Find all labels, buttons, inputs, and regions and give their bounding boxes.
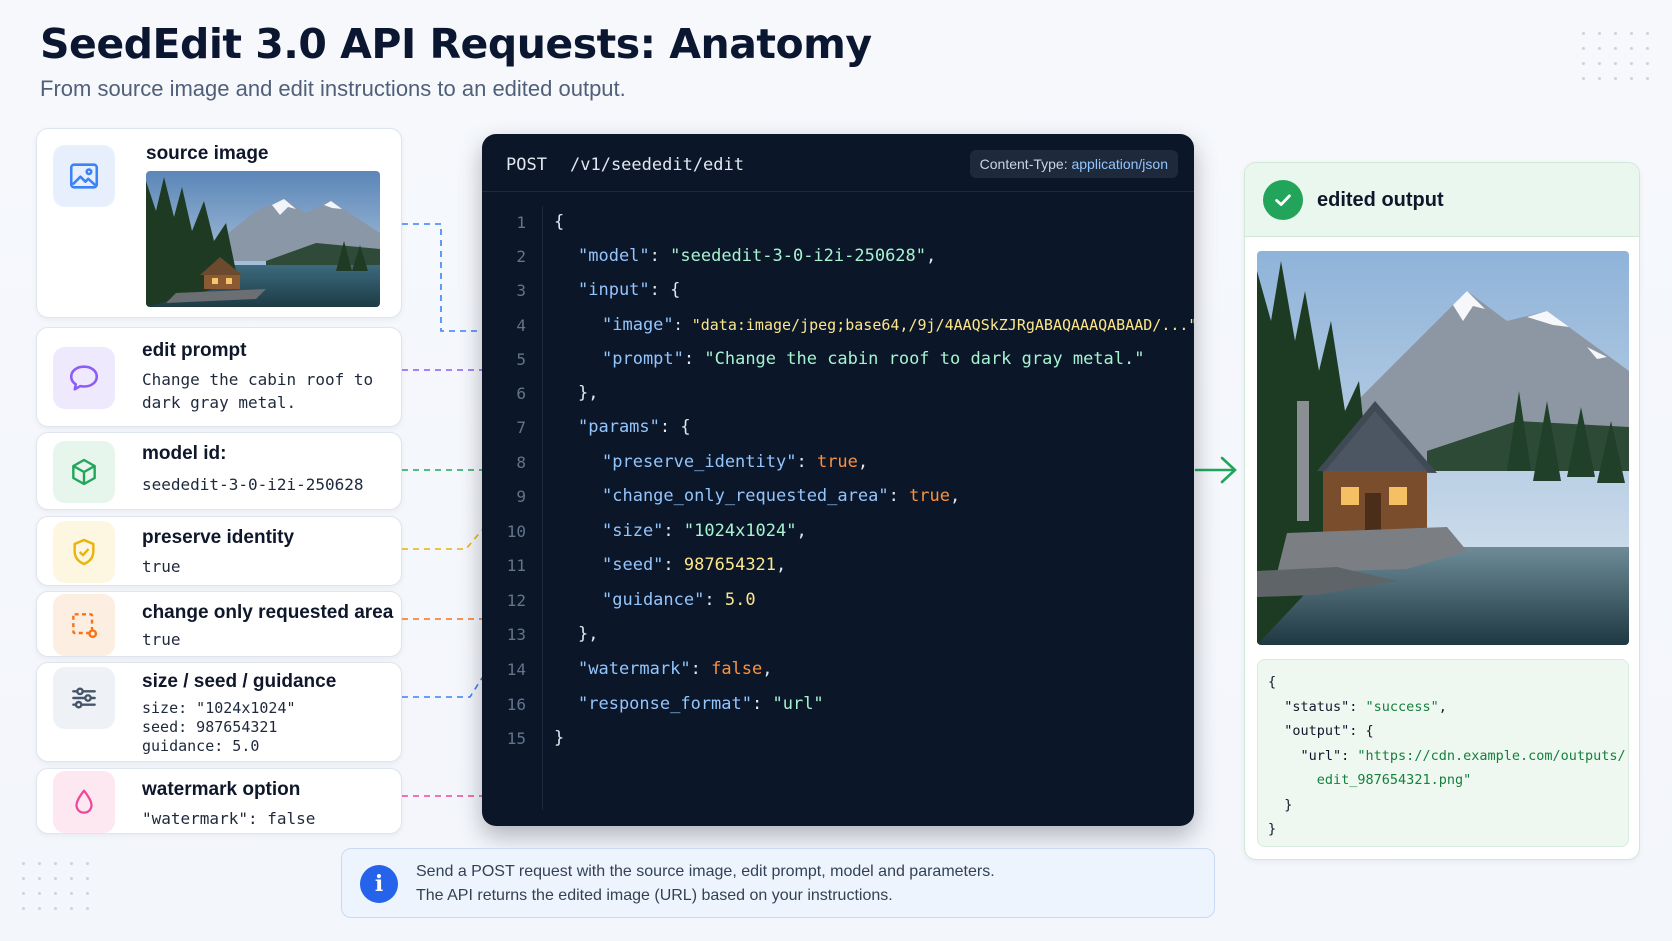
info-line-2: The API returns the edited image (URL) b… <box>416 887 893 904</box>
line-number: 8 <box>516 453 526 472</box>
info-icon: i <box>360 865 398 903</box>
card-label: source image <box>146 143 269 164</box>
card-value: Change the cabin roof to dark gray metal… <box>142 370 374 413</box>
card-value: seededit-3-0-i2i-250628 <box>142 475 364 494</box>
response-json: { "status": "success", "output": { "url"… <box>1257 659 1629 847</box>
code-line-11: "seed": 987654321, <box>602 555 787 575</box>
card-size-seed-guidance: size / seed / guidance size: "1024x1024"… <box>36 662 402 762</box>
line-number: 10 <box>506 522 526 541</box>
code-line-10: "size": "1024x1024", <box>602 521 807 541</box>
code-gutter-divider <box>542 206 543 810</box>
code-line-7: "params": { <box>578 417 691 437</box>
request-code-panel: POST /v1/seededit/edit Content-Type: app… <box>482 134 1194 826</box>
line-number: 12 <box>506 591 526 610</box>
content-type-badge: Content-Type: application/json <box>969 150 1178 178</box>
code-line-12: "guidance": 5.0 <box>602 590 756 610</box>
line-number: 5 <box>516 350 526 369</box>
crop-area-icon <box>53 594 115 656</box>
card-preserve-identity: preserve identity true <box>36 516 402 586</box>
arrow-right-icon <box>1194 456 1237 484</box>
shield-check-icon <box>53 521 115 583</box>
edited-output-panel: edited output { "status": "success", "ou… <box>1244 162 1640 860</box>
chat-bubble-icon <box>53 347 115 409</box>
card-value: true <box>142 630 181 649</box>
image-icon <box>53 145 115 207</box>
line-number: 13 <box>506 625 526 644</box>
response-url: "https://cdn.example.com/outputs/ edit_9… <box>1316 747 1626 789</box>
line-number: 9 <box>516 487 526 506</box>
card-label: size / seed / guidance <box>142 671 337 692</box>
card-value: true <box>142 557 181 576</box>
endpoint-path: /v1/seededit/edit <box>570 155 744 175</box>
code-line-5: "prompt": "Change the cabin roof to dark… <box>602 349 1145 369</box>
code-line-8: "preserve_identity": true, <box>602 452 869 472</box>
code-line-16: } <box>554 728 565 748</box>
code-line-9: "change_only_requested_area": true, <box>602 486 961 506</box>
card-label: preserve identity <box>142 527 295 548</box>
line-number: 14 <box>506 660 526 679</box>
code-line-1: { <box>554 212 565 232</box>
card-value: size: "1024x1024" seed: 987654321 guidan… <box>142 699 296 755</box>
info-line-1: Send a POST request with the source imag… <box>416 863 995 880</box>
code-line-13: }, <box>578 624 599 644</box>
line-number: 15 <box>506 729 526 748</box>
code-line-6: }, <box>578 383 599 403</box>
http-method: POST <box>506 155 547 175</box>
card-label: model id: <box>142 443 227 464</box>
code-line-15: "response_format": "url" <box>578 694 824 714</box>
code-line-3: "input": { <box>578 280 681 300</box>
card-watermark-option: watermark option "watermark": false <box>36 768 402 834</box>
card-label: edit prompt <box>142 340 247 361</box>
edited-output-image <box>1257 251 1629 645</box>
card-model-id: model id: seededit-3-0-i2i-250628 <box>36 432 402 510</box>
line-number: 1 <box>516 213 526 232</box>
line-number: 2 <box>516 247 526 266</box>
card-label: change only requested area <box>142 602 394 623</box>
card-edit-prompt: edit prompt Change the cabin roof to dar… <box>36 327 402 427</box>
card-source-image: source image <box>36 128 402 318</box>
check-circle-icon <box>1263 180 1303 220</box>
line-number: 6 <box>516 384 526 403</box>
code-line-4: "image": "data:image/jpeg;base64,/9j/4AA… <box>602 315 1194 335</box>
source-image-thumbnail <box>146 171 380 307</box>
line-number: 4 <box>516 316 526 335</box>
cube-icon <box>53 441 115 503</box>
line-number: 3 <box>516 281 526 300</box>
line-number: 11 <box>506 556 526 575</box>
card-label: watermark option <box>142 779 301 800</box>
drop-icon <box>53 771 115 833</box>
output-title: edited output <box>1317 189 1444 211</box>
code-line-2: "model": "seededit-3-0-i2i-250628", <box>578 246 937 266</box>
card-value: "watermark": false <box>142 809 316 828</box>
card-change-only-area: change only requested area true <box>36 591 402 657</box>
sliders-icon <box>53 667 115 729</box>
info-callout: i Send a POST request with the source im… <box>341 848 1215 918</box>
code-line-14: "watermark": false, <box>578 659 773 679</box>
response-status: "success" <box>1365 698 1439 715</box>
line-number: 7 <box>516 418 526 437</box>
output-header: edited output <box>1245 163 1639 237</box>
request-header-bar: POST /v1/seededit/edit Content-Type: app… <box>482 134 1194 192</box>
line-number: 16 <box>506 695 526 714</box>
